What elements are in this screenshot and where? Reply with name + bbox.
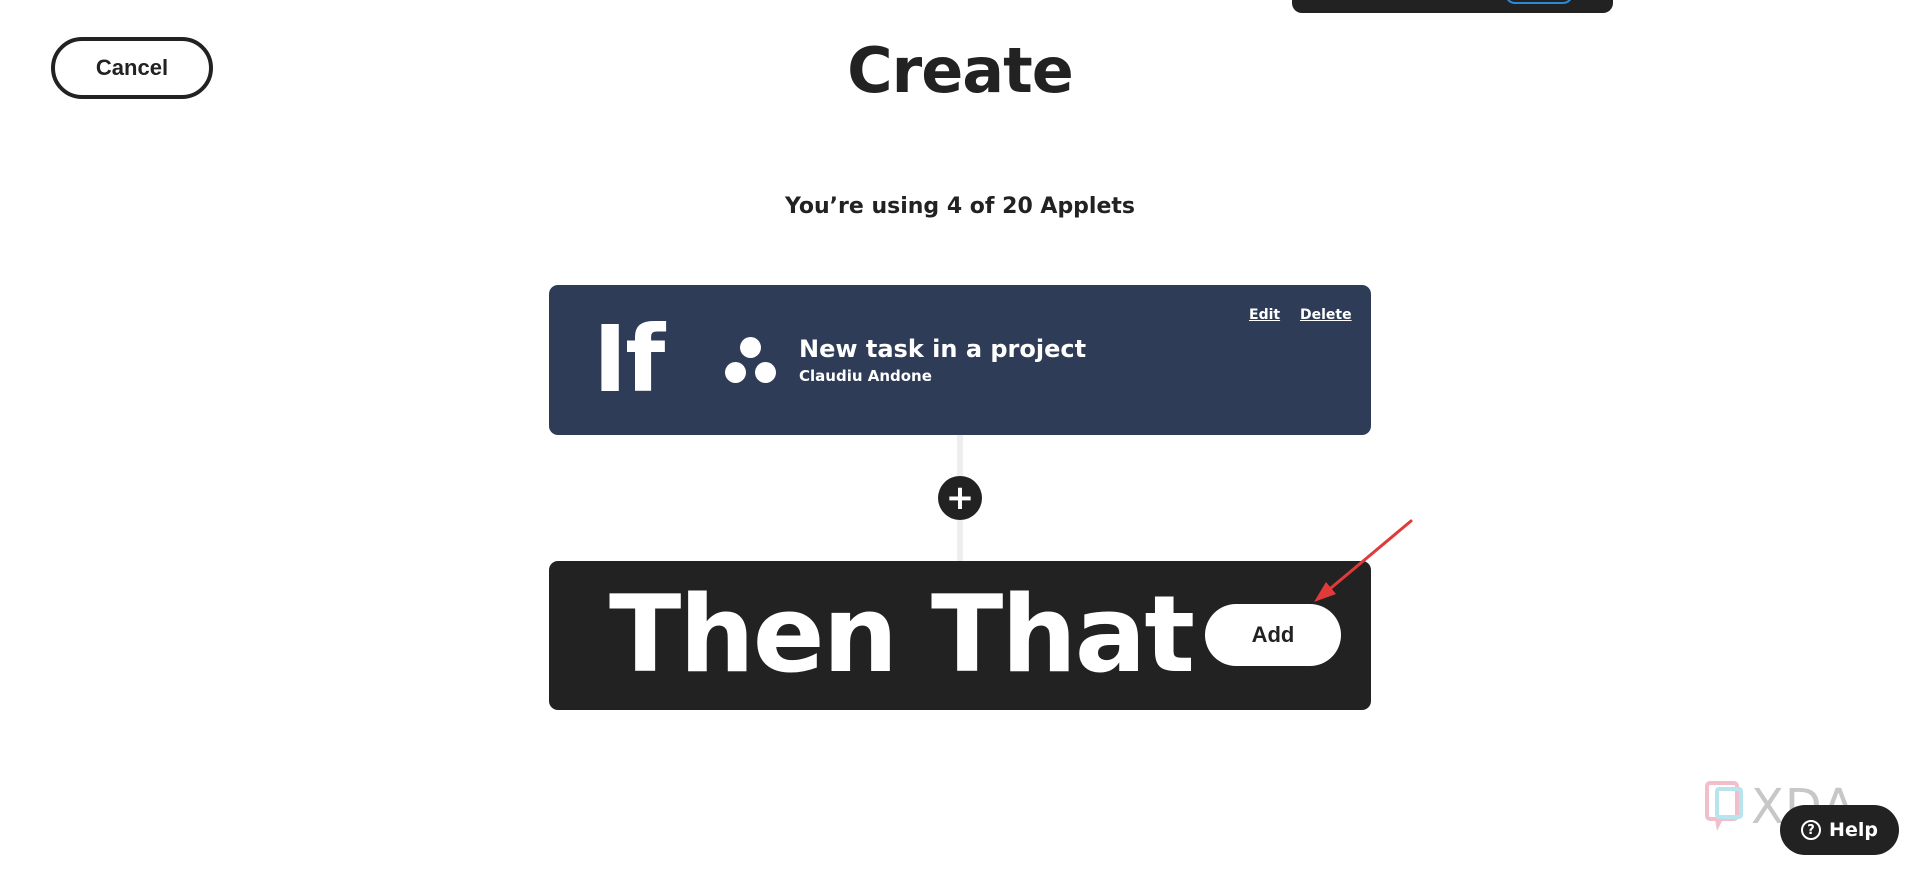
trigger-title: New task in a project — [799, 335, 1087, 363]
applet-usage-text: You’re using 4 of 20 Applets — [784, 194, 1136, 219]
plus-icon: + — [945, 478, 975, 518]
add-action-button[interactable]: Add — [1205, 604, 1341, 666]
help-button[interactable]: ? Help — [1780, 805, 1899, 855]
delete-trigger-link[interactable]: Delete — [1300, 307, 1352, 323]
then-that-label: Then That — [609, 573, 1195, 696]
edit-trigger-link[interactable]: Edit — [1249, 307, 1280, 323]
help-label: Help — [1829, 819, 1878, 841]
red-arrow-icon — [1314, 519, 1413, 602]
xda-logo-icon — [1705, 781, 1743, 831]
popup-button-edge — [1505, 0, 1573, 4]
top-popup-edge — [1292, 0, 1613, 13]
question-circle-icon: ? — [1801, 820, 1822, 840]
asana-dots-icon — [725, 337, 777, 385]
trigger-card: If New task in a project Claudiu Andone … — [549, 285, 1371, 435]
trigger-account: Claudiu Andone — [799, 367, 932, 385]
action-card: Then That Add — [549, 561, 1371, 710]
add-step-button[interactable]: + — [938, 476, 982, 520]
page-title: Create — [847, 34, 1074, 107]
if-label: If — [593, 306, 665, 413]
